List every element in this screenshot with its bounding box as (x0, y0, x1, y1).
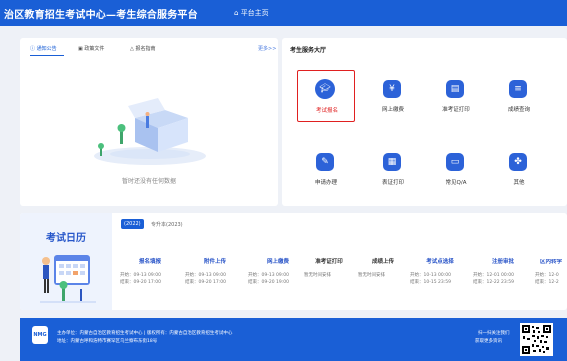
service-faq[interactable]: ▭ 常见Q/A (427, 143, 485, 195)
calendar-column: 网上缴费 开始：09-13 09:00 结束：09-20 19:00 (248, 259, 308, 286)
qr-code-icon (520, 323, 553, 356)
calendar-title: 考试日历 (46, 233, 86, 244)
chat-icon: ▭ (446, 153, 464, 171)
calendar-column: 考试点选择 开始：10-13 00:00 结束：10-15 23:59 (410, 259, 470, 286)
calendar-end-time: 结束：09-20 17:00 (120, 280, 161, 285)
calendar-illustration (40, 255, 96, 303)
footer-follow-text: 扫一扫关注我们 (478, 331, 510, 336)
calendar-start-time: 暂无时间安排 (304, 273, 331, 278)
home-icon: ⌂ (234, 9, 239, 17)
service-label: 准考证打印 (442, 107, 470, 113)
payment-icon: ¥ (383, 80, 401, 98)
tab-policy[interactable]: ▣ 政策文件 (78, 45, 104, 52)
calendar-end-time: 结束：09-20 19:00 (248, 280, 289, 285)
service-other[interactable]: ✤ 其他 (490, 143, 548, 195)
footer: NMG 主办单位：内蒙古自治区教育招生考试中心 | 版权所有：内蒙古自治区教育招… (20, 318, 567, 361)
footer-address: 地址：内蒙古呼和浩特市赛罕区乌兰察布东街18号 (57, 339, 158, 344)
exam-calendar-panel: 考试日历 (2022) 专升本(2023) 报名填报 开始：09-13 09:0… (20, 213, 567, 310)
home-link[interactable]: ⌂ 平台主页 (234, 8, 269, 18)
home-label: 平台主页 (240, 9, 269, 17)
calendar-column-title: 注册审批 (491, 259, 514, 265)
service-label: 常见Q/A (445, 180, 467, 186)
service-label: 网上缴费 (381, 107, 404, 113)
printer-icon: ▤ (446, 80, 464, 98)
calendar-column-title: 网上缴费 (266, 259, 289, 265)
empty-message: 暂时还没有任何数据 (121, 178, 176, 185)
calendar-start-time: 开始：09-13 09:00 (248, 273, 289, 278)
year-tab-upgrade-2023[interactable]: 专升本(2023) (151, 221, 183, 228)
calendar-column: 成绩上传 暂无时间安排 (358, 259, 408, 279)
calendar-end-time: 结束：10-15 23:59 (410, 280, 451, 285)
calendar-start-time: 开始：10-13 00:00 (410, 273, 451, 278)
calendar-banner: 考试日历 (20, 213, 112, 310)
edit-form-icon: ✎ (316, 153, 334, 171)
service-label: 其他 (513, 180, 525, 186)
more-link[interactable]: 更多>> (258, 45, 276, 52)
notice-panel: ⓘ 通知公告 ▣ 政策文件 △ 报名指南 更多>> 暂时还没有任何数据 (20, 38, 278, 206)
service-label: 成绩查询 (507, 107, 530, 113)
service-label: 表证打印 (381, 180, 404, 186)
calendar-start-time: 开始：09-13 09:00 (185, 273, 226, 278)
service-admission-ticket-print[interactable]: ▤ 准考证打印 (427, 70, 485, 122)
calendar-start-time: 开始：09-13 09:00 (120, 273, 161, 278)
active-tab-underline (30, 55, 64, 56)
service-application[interactable]: ✎ 申请办理 (297, 143, 355, 195)
service-online-payment[interactable]: ¥ 网上缴费 (364, 70, 422, 122)
calendar-column: 附件上传 开始：09-13 09:00 结束：09-20 17:00 (185, 259, 245, 286)
footer-organizer: 主办单位：内蒙古自治区教育招生考试中心 | 版权所有：内蒙古自治区教育招生考试中… (57, 331, 233, 336)
footer-more-info-text: 获取更多资讯 (475, 339, 502, 344)
service-exam-registration[interactable]: 🎓︎ 考试报名 (297, 70, 355, 122)
calendar-start-time: 开始：12-0 (535, 273, 559, 278)
footer-logo: NMG (32, 326, 48, 344)
service-hall-title: 考生服务大厅 (290, 47, 327, 54)
calendar-column-title: 考试点选择 (426, 259, 454, 265)
calendar-column: 准考证打印 暂无时间安排 (304, 259, 354, 279)
tab-notices[interactable]: ⓘ 通知公告 (30, 45, 57, 52)
calendar-column: 报名填报 开始：09-13 09:00 结束：09-20 17:00 (120, 259, 180, 286)
service-score-query[interactable]: ≡ 成绩查询 (490, 70, 548, 122)
empty-box-illustration (94, 98, 206, 165)
calendar-column-title: 准考证打印 (315, 259, 343, 265)
calendar-start-time: 暂无时间安排 (358, 273, 385, 278)
service-form-print[interactable]: ▦ 表证打印 (364, 143, 422, 195)
calendar-end-time: 结束：12-22 23:59 (473, 280, 514, 285)
year-tab-2022[interactable]: (2022) (121, 219, 144, 229)
graduation-cap-icon: 🎓︎ (315, 79, 335, 99)
calendar-start-time: 开始：12-01 00:00 (473, 273, 514, 278)
top-header: 治区教育招生考试中心—考生综合服务平台 ⌂ 平台主页 (0, 0, 567, 26)
calendar-column-title: 报名填报 (138, 259, 161, 265)
service-hall-panel: 考生服务大厅 🎓︎ 考试报名 ¥ 网上缴费 ▤ 准考证打印 ≡ 成绩查询 ✎ 申… (282, 38, 567, 206)
calendar-column-title: 附件上传 (203, 259, 226, 265)
calendar-end-time: 结束：12-2 (535, 280, 559, 285)
calendar-column: 区内转学 开始：12-0 结束：12-2 (535, 259, 567, 286)
service-label: 考试报名 (315, 108, 338, 114)
grid-icon: ✤ (509, 153, 527, 171)
site-title: 治区教育招生考试中心—考生综合服务平台 (4, 10, 198, 21)
calendar-column-title: 区内转学 (539, 259, 562, 265)
calendar-column-title: 成绩上传 (371, 259, 394, 265)
print-form-icon: ▦ (383, 153, 401, 171)
service-label: 申请办理 (314, 180, 337, 186)
document-icon: ≡ (509, 80, 527, 98)
tab-guide[interactable]: △ 报名指南 (130, 45, 155, 52)
calendar-end-time: 结束：09-20 17:00 (185, 280, 226, 285)
calendar-column: 注册审批 开始：12-01 00:00 结束：12-22 23:59 (473, 259, 533, 286)
